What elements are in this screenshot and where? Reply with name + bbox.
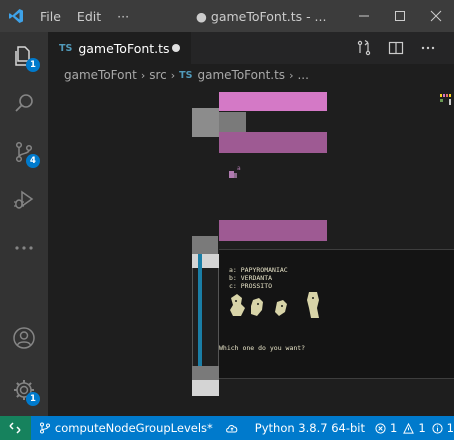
typescript-file-icon: TS (179, 69, 193, 81)
search-button[interactable] (0, 80, 48, 128)
tab-label: gameToFont.ts (78, 40, 170, 56)
run-debug-icon (14, 190, 34, 209)
breadcrumb-symbols[interactable]: ... (297, 68, 308, 82)
pink-bar-mid (219, 220, 327, 241)
monster-sprites (230, 292, 319, 318)
ellipsis-icon (421, 46, 435, 50)
breadcrumb-folder-gametofont[interactable]: gameToFont (64, 68, 137, 82)
search-icon (15, 94, 33, 112)
compare-changes-icon (357, 40, 371, 56)
status-bar: computeNodeGroupLevels* Python 3.8.7 64-… (0, 416, 454, 440)
title-bar: File Edit ··· ● gameToFont.ts - ... (0, 0, 454, 32)
problems-indicator[interactable]: 1 1 1 (375, 421, 454, 435)
python-interpreter[interactable]: Python 3.8.7 64-bit (255, 421, 365, 435)
git-branch[interactable]: computeNodeGroupLevels* (39, 421, 213, 435)
vscode-logo-icon (0, 0, 32, 32)
option-c: c: PROSSITO (229, 282, 273, 290)
cloud-sync-icon (225, 425, 238, 433)
manage-badge: 1 (26, 392, 40, 406)
warning-count: 1 (418, 421, 426, 435)
game-prompt: Which one do you want? (219, 344, 306, 352)
chevron-right-icon: › (289, 68, 294, 82)
typescript-file-icon: TS (59, 42, 73, 54)
source-control-badge: 4 (26, 154, 40, 168)
git-branch-icon (39, 422, 50, 434)
pink-bar (219, 92, 327, 111)
remote-icon (9, 422, 21, 434)
branch-name: computeNodeGroupLevels* (54, 421, 213, 435)
explorer-button[interactable]: 1 (0, 32, 48, 80)
breadcrumb-file[interactable]: gameToFont.ts (197, 68, 285, 82)
split-editor-icon (388, 41, 404, 55)
modified-dot-icon[interactable] (172, 44, 180, 52)
tiny-sprite: a (229, 165, 243, 180)
remote-button[interactable] (0, 416, 31, 440)
activity-bar: 1 4 1 (0, 32, 48, 416)
account-icon (13, 327, 35, 349)
frame-bottom-light (192, 380, 219, 396)
split-editor-button[interactable] (384, 36, 408, 60)
menu-file[interactable]: File (32, 0, 69, 32)
error-count: 1 (390, 421, 398, 435)
tab-gametofont[interactable]: TS gameToFont.ts (48, 32, 191, 64)
frame-body (192, 268, 219, 366)
minimize-button[interactable] (346, 0, 382, 32)
menu-edit[interactable]: Edit (69, 0, 109, 32)
error-icon (375, 422, 386, 434)
menu-more[interactable]: ··· (109, 0, 137, 32)
ellipsis-icon (15, 246, 33, 250)
gray-block (192, 108, 219, 137)
run-debug-button[interactable] (0, 176, 48, 224)
open-changes-button[interactable] (352, 36, 376, 60)
teal-scrollbar[interactable] (198, 254, 202, 378)
tiny-label: a (237, 165, 241, 172)
manage-button[interactable]: 1 (0, 366, 48, 414)
more-views-button[interactable] (0, 224, 48, 272)
accounts-button[interactable] (0, 314, 48, 362)
editor-area[interactable]: a a: PAPYROMANIAC b: VERDANTA c: PROSSIT… (48, 86, 454, 416)
option-b: b: VERDANTA (229, 274, 273, 282)
frame-top-light (192, 254, 219, 268)
breadcrumb-folder-src[interactable]: src (149, 68, 167, 82)
option-a: a: PAPYROMANIAC (229, 266, 288, 274)
close-button[interactable] (418, 0, 454, 32)
gray-block-inner (219, 112, 246, 132)
info-icon (432, 422, 443, 434)
chevron-right-icon: › (170, 68, 176, 82)
breadcrumb: gameToFont › src › TS gameToFont.ts › ..… (48, 64, 454, 86)
source-control-button[interactable]: 4 (0, 128, 48, 176)
frame-bottom-dark (192, 366, 219, 380)
warning-icon (403, 422, 415, 434)
tab-bar: TS gameToFont.ts (48, 32, 454, 64)
pink-bar-dim (219, 132, 327, 153)
more-actions-button[interactable] (416, 36, 440, 60)
frame-top-dark (192, 236, 218, 254)
chevron-right-icon: › (140, 68, 146, 82)
maximize-button[interactable] (382, 0, 418, 32)
sync-button[interactable] (225, 422, 243, 434)
window-title: ● gameToFont.ts - ... (196, 8, 327, 24)
game-options: a: PAPYROMANIAC b: VERDANTA c: PROSSITO (229, 266, 288, 290)
explorer-badge: 1 (26, 58, 40, 72)
info-count: 1 (446, 421, 454, 435)
game-screen: a: PAPYROMANIAC b: VERDANTA c: PROSSITO … (219, 249, 454, 379)
minimap-markers (440, 94, 454, 106)
